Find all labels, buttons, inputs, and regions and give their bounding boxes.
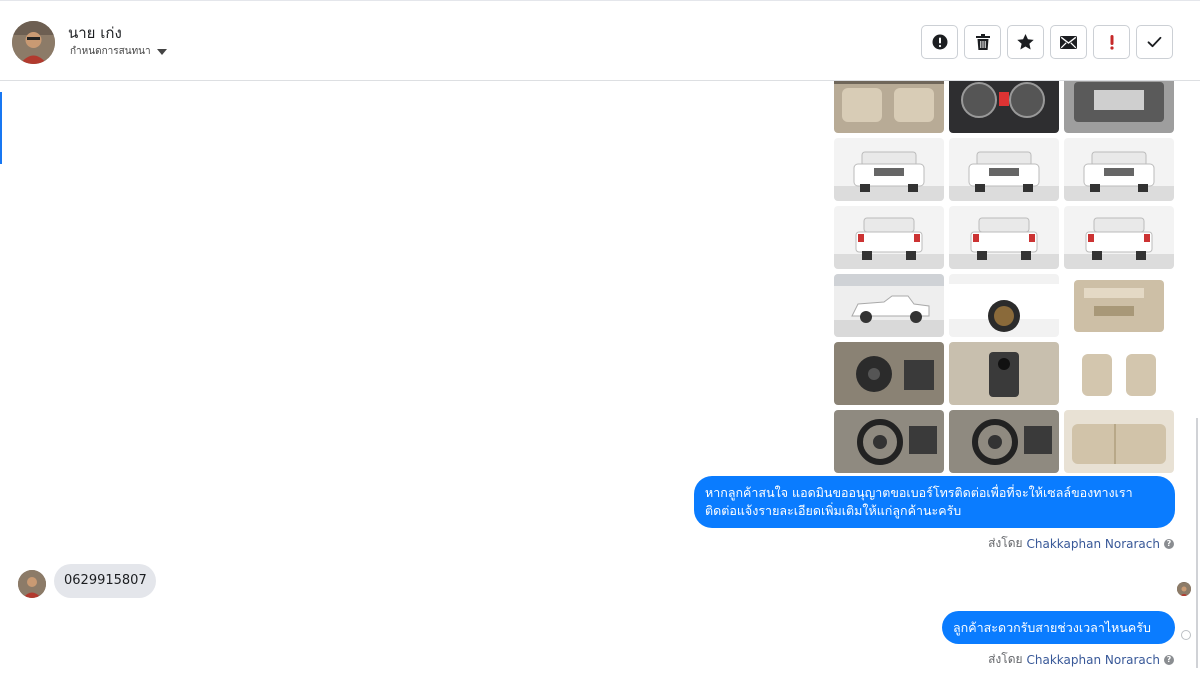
- trash-icon: [975, 34, 990, 50]
- checkmark-icon: [1147, 36, 1162, 48]
- contact-avatar-small[interactable]: [18, 570, 46, 598]
- gallery-image-front-view[interactable]: [949, 138, 1059, 201]
- gallery-image-rear-view[interactable]: [834, 206, 944, 269]
- gallery-image-door-panel[interactable]: [1064, 274, 1174, 337]
- sent-by-label: ส่งโดย Chakkaphan Norarach ?: [988, 650, 1174, 669]
- incoming-message[interactable]: 0629915807: [54, 564, 156, 598]
- gallery-image-front-view[interactable]: [834, 138, 944, 201]
- mark-unread-button[interactable]: [1050, 25, 1087, 59]
- status-label: กำหนดการสนทนา: [70, 46, 151, 57]
- gallery-image-back-seats[interactable]: [1064, 410, 1174, 473]
- envelope-icon: [1060, 35, 1077, 49]
- gallery-image-wheel-closeup[interactable]: [949, 274, 1059, 337]
- gallery-image-dashboard-left[interactable]: [834, 342, 944, 405]
- contact-avatar[interactable]: [12, 21, 55, 64]
- active-thread-indicator: [0, 92, 2, 164]
- message-text: 0629915807: [64, 573, 147, 588]
- important-button[interactable]: [1093, 25, 1130, 59]
- star-button[interactable]: [1007, 25, 1044, 59]
- conversation-status-dropdown[interactable]: กำหนดการสนทนา: [70, 44, 167, 59]
- sent-by-prefix: ส่งโดย: [988, 652, 1023, 666]
- sent-by-prefix: ส่งโดย: [988, 536, 1023, 550]
- message-text-line: ติดต่อแจ้งรายละเอียดเพิ่มเติมให้แก่ลูกค้…: [705, 503, 962, 518]
- gallery-image-rear-view[interactable]: [949, 206, 1059, 269]
- exclamation-icon: [1109, 35, 1114, 50]
- message-text: ลูกค้าสะดวกรับสายช่วงเวลาไหนครับ: [953, 620, 1151, 635]
- conversation-header: นาย เก่ง กำหนดการสนทนา: [0, 0, 1200, 81]
- star-icon: [1017, 34, 1034, 50]
- alert-circle-icon: [932, 34, 947, 50]
- sender-name-link[interactable]: Chakkaphan Norarach: [1027, 537, 1160, 551]
- delivered-check-icon: [1181, 630, 1191, 640]
- gallery-image-front-view[interactable]: [1064, 138, 1174, 201]
- delete-button[interactable]: [964, 25, 1001, 59]
- gallery-image-side-view[interactable]: [834, 274, 944, 337]
- header-toolbar: [921, 25, 1173, 59]
- image-gallery: [834, 81, 1174, 473]
- question-icon[interactable]: ?: [1164, 654, 1174, 665]
- caret-down-icon: [156, 49, 167, 55]
- gallery-image-steering-wheel[interactable]: [834, 410, 944, 473]
- question-icon[interactable]: ?: [1164, 538, 1174, 549]
- gallery-image-front-seats[interactable]: [1064, 342, 1174, 405]
- gallery-image-steering-wheel[interactable]: [949, 410, 1059, 473]
- done-button[interactable]: [1136, 25, 1173, 59]
- seen-indicator-avatar: [1177, 582, 1191, 596]
- outgoing-message[interactable]: ลูกค้าสะดวกรับสายช่วงเวลาไหนครับ: [942, 611, 1175, 644]
- contact-name[interactable]: นาย เก่ง: [68, 21, 122, 45]
- gallery-image-gear-console[interactable]: [949, 342, 1059, 405]
- gallery-image-rear-view[interactable]: [1064, 206, 1174, 269]
- outgoing-message[interactable]: หากลูกค้าสนใจ แอดมินขออนุญาตขอเบอร์โทรติ…: [694, 476, 1175, 528]
- spam-button[interactable]: [921, 25, 958, 59]
- sent-by-label: ส่งโดย Chakkaphan Norarach ?: [988, 534, 1174, 553]
- message-text-line: หากลูกค้าสนใจ แอดมินขออนุญาตขอเบอร์โทรติ…: [705, 485, 1133, 500]
- message-scrollbar[interactable]: [1196, 418, 1198, 668]
- sender-name-link[interactable]: Chakkaphan Norarach: [1027, 653, 1160, 667]
